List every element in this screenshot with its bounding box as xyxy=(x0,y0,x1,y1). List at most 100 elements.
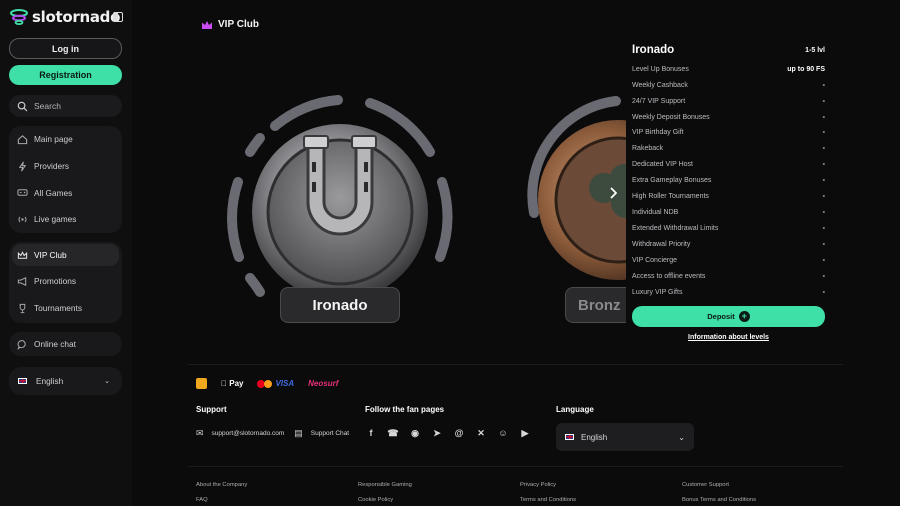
support-email-link[interactable]: support@slotornado.com xyxy=(212,430,285,437)
footer-link[interactable]: Responsible Gaming xyxy=(358,482,412,488)
level-details-panel: Ironado 1-5 lvl Level Up Bonuses up to 90… xyxy=(626,36,834,358)
deposit-button[interactable]: Deposit + xyxy=(632,306,825,327)
divider xyxy=(188,364,843,365)
language-option[interactable]: English ⌄ xyxy=(9,367,122,395)
perk-label: 24/7 VIP Support xyxy=(632,98,686,105)
registration-button[interactable]: Registration xyxy=(9,65,122,85)
perk-value: - xyxy=(822,193,825,200)
perk-label: Dedicated VIP Host xyxy=(632,161,693,168)
nav-providers[interactable]: Providers xyxy=(9,153,122,180)
nav-label: Live games xyxy=(34,214,77,225)
deposit-label: Deposit xyxy=(707,312,735,321)
footer-link[interactable]: Cookie Policy xyxy=(358,497,393,503)
perk-row: Weekly Cashback - xyxy=(632,82,825,89)
level-title: Ironado xyxy=(632,44,675,56)
nav-label: Online chat xyxy=(34,339,76,349)
perk-row: Level Up Bonuses up to 90 FS xyxy=(632,66,825,73)
section-header: VIP Club xyxy=(201,19,259,30)
footer-link[interactable]: Terms and Conditions xyxy=(520,497,576,503)
nav-label: Providers xyxy=(34,161,70,172)
footer-language-select[interactable]: English ⌄ xyxy=(556,423,694,451)
nav-all-games[interactable]: All Games xyxy=(9,179,122,206)
nav-promotions[interactable]: Promotions xyxy=(9,268,122,295)
perk-label: Luxury VIP Gifts xyxy=(632,289,683,296)
perk-label: Extra Gameplay Bonuses xyxy=(632,177,712,184)
uk-flag-icon xyxy=(18,378,27,384)
perk-row: 24/7 VIP Support - xyxy=(632,98,825,105)
gamepad-icon xyxy=(17,189,28,196)
mail-icon: ✉ xyxy=(196,428,204,438)
logo[interactable]: slotornado xyxy=(10,8,120,26)
chat-icon: ▤ xyxy=(294,428,303,438)
support-chat-link[interactable]: Support Chat xyxy=(311,430,349,437)
fanpages-title: Follow the fan pages xyxy=(365,405,445,414)
nav-label: Promotions xyxy=(34,276,76,287)
perk-label: Individual NDB xyxy=(632,209,679,216)
chat-icon xyxy=(17,339,26,350)
nav-live-games[interactable]: Live games xyxy=(9,206,122,233)
lightning-icon xyxy=(18,161,27,171)
whatsapp-icon[interactable]: ☎ xyxy=(387,427,399,439)
chevron-down-icon: ⌄ xyxy=(104,378,110,385)
login-button[interactable]: Log in xyxy=(9,38,122,59)
telegram-icon[interactable]: ➤ xyxy=(431,427,443,439)
perk-label: Level Up Bonuses xyxy=(632,66,689,73)
x-icon[interactable]: ✕ xyxy=(475,427,487,439)
perk-value: - xyxy=(822,114,825,121)
carousel-next-button[interactable] xyxy=(603,182,623,204)
perk-value: - xyxy=(822,257,825,264)
nav-label: All Games xyxy=(34,187,73,198)
level-name-ironado[interactable]: Ironado xyxy=(280,287,400,323)
nav-label: Tournaments xyxy=(34,303,82,314)
level-carousel: Ironado Bronz xyxy=(188,60,628,350)
perk-label: High Roller Tournaments xyxy=(632,193,709,200)
main-nav: Main page Providers All Games Live games xyxy=(9,126,122,233)
perk-row: High Roller Tournaments - xyxy=(632,193,825,200)
perk-row: VIP Concierge - xyxy=(632,257,825,264)
instagram-icon[interactable]: ◉ xyxy=(409,427,421,439)
nav-main-page[interactable]: Main page xyxy=(9,126,122,153)
perk-value: - xyxy=(822,225,825,232)
nav-vip-club[interactable]: VIP Club xyxy=(12,244,119,266)
perk-row: Dedicated VIP Host - xyxy=(632,161,825,168)
perk-row: Rakeback - xyxy=(632,145,825,152)
visa-text: VISA xyxy=(267,379,294,388)
nav-online-chat[interactable]: Online chat xyxy=(9,332,122,356)
perk-row: Access to offline events - xyxy=(632,273,825,280)
perk-label: Withdrawal Priority xyxy=(632,241,691,248)
level-name-bronze[interactable]: Bronz xyxy=(565,287,628,323)
footer-link[interactable]: Customer Support xyxy=(682,482,729,488)
perk-value: - xyxy=(822,273,825,280)
level-range: 1-5 lvl xyxy=(805,47,825,54)
footer-link[interactable]: About the Company xyxy=(196,482,247,488)
language-value: English xyxy=(581,432,608,442)
apple-pay-logo:  Pay xyxy=(221,379,243,388)
perk-label: VIP Birthday Gift xyxy=(632,129,684,136)
perk-row: Luxury VIP Gifts - xyxy=(632,289,825,296)
language-select[interactable]: English ⌄ xyxy=(9,367,122,395)
threads-icon[interactable]: @ xyxy=(453,427,465,439)
perk-label: Weekly Deposit Bonuses xyxy=(632,114,710,121)
footer-link[interactable]: Privacy Policy xyxy=(520,482,556,488)
perk-row: Withdrawal Priority - xyxy=(632,241,825,248)
perk-value: - xyxy=(822,82,825,89)
youtube-icon[interactable]: ▶ xyxy=(519,427,531,439)
footer-link[interactable]: FAQ xyxy=(196,497,208,503)
language-label: English xyxy=(36,376,64,386)
footer-link[interactable]: Bonus Terms and Conditions xyxy=(682,497,756,503)
nav-tournaments[interactable]: Tournaments xyxy=(9,295,122,322)
perk-row: Extended Withdrawal Limits - xyxy=(632,225,825,232)
online-chat-button[interactable]: Online chat xyxy=(9,332,122,356)
trophy-icon xyxy=(19,303,26,313)
search-input[interactable]: Search xyxy=(9,95,122,117)
perk-value: - xyxy=(822,145,825,152)
nav-label: VIP Club xyxy=(34,250,67,260)
reddit-icon[interactable]: ☺ xyxy=(497,427,509,439)
perk-value: - xyxy=(822,241,825,248)
chevron-right-icon xyxy=(610,187,617,199)
search-icon xyxy=(17,101,28,111)
perk-label: Weekly Cashback xyxy=(632,82,688,89)
facebook-icon[interactable]: f xyxy=(365,427,377,439)
sidebar-collapse-icon[interactable] xyxy=(113,12,123,22)
levels-info-link[interactable]: Information about levels xyxy=(632,334,825,341)
